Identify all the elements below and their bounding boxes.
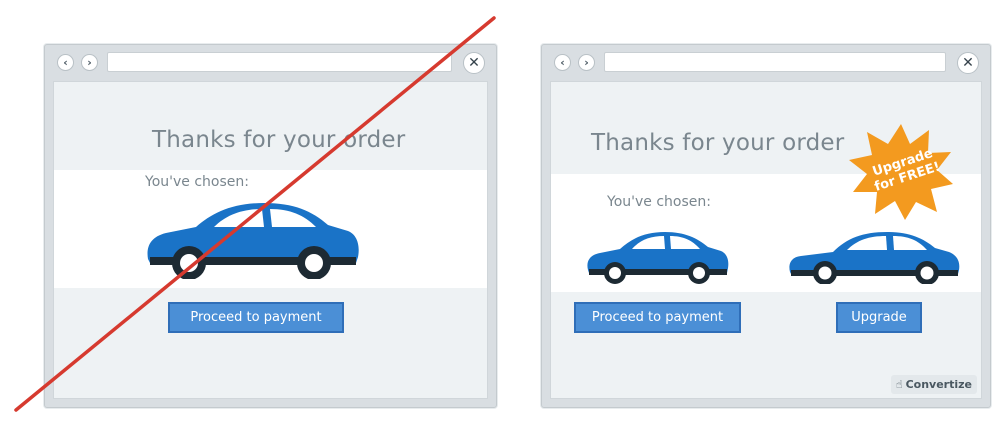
close-icon[interactable]: ✕	[957, 52, 979, 74]
chosen-label: You've chosen:	[145, 174, 249, 190]
upgrade-variant-window: ‹ › ✕ Thanks for your order You've chose…	[541, 44, 991, 408]
proceed-to-payment-button[interactable]: Proceed to payment	[168, 302, 344, 333]
forward-arrow-icon[interactable]: ›	[578, 54, 595, 71]
address-bar[interactable]	[107, 52, 452, 72]
page-title: Thanks for your order	[152, 127, 406, 153]
page-title: Thanks for your order	[591, 130, 845, 156]
proceed-to-payment-button[interactable]: Proceed to payment	[574, 302, 741, 333]
back-arrow-icon[interactable]: ‹	[57, 54, 74, 71]
standard-car-image	[587, 232, 729, 284]
chosen-label: You've chosen:	[607, 194, 711, 210]
upgrade-button[interactable]: Upgrade	[836, 302, 922, 333]
convertize-logo: ☝ Convertize	[890, 375, 977, 394]
close-icon[interactable]: ✕	[463, 52, 485, 74]
hand-pointer-icon: ☝	[895, 378, 903, 391]
back-arrow-icon[interactable]: ‹	[554, 54, 571, 71]
page-content: Thanks for your order You've chosen: Upg…	[550, 81, 982, 399]
page-content: Thanks for your order You've chosen: Pro…	[53, 81, 488, 399]
forward-arrow-icon[interactable]: ›	[81, 54, 98, 71]
upgraded-car-image	[789, 232, 960, 284]
brand-name: Convertize	[905, 378, 972, 391]
sedan-car-image	[147, 203, 359, 279]
address-bar[interactable]	[604, 52, 946, 72]
original-variant-window: ‹ › ✕ Thanks for your order You've chose…	[44, 44, 497, 408]
